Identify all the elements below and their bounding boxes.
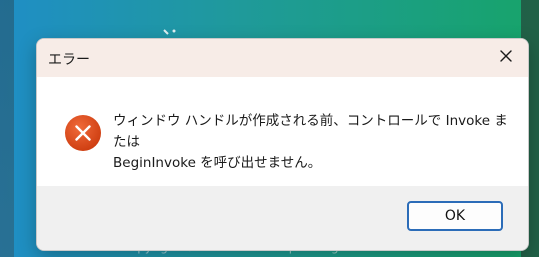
dialog-button-bar: OK [37,186,528,250]
close-button[interactable] [493,43,519,69]
dialog-content: ウィンドウ ハンドルが作成される前、コントロールで Invoke または Beg… [37,77,528,186]
dialog-titlebar: エラー [37,39,528,77]
logo-fragment-icon [163,29,176,35]
error-icon [64,114,102,152]
error-message-line-1: ウィンドウ ハンドルが作成される前、コントロールで Invoke または [113,113,508,150]
error-message-line-2: BeginInvoke を呼び出せません。 [113,155,322,171]
dialog-title: エラー [48,52,90,68]
close-icon [500,50,512,62]
background-left-edge [0,0,14,257]
error-dialog: エラー ウィンドウ ハンドルが作成される前、コントロールで Invoke または [36,38,529,251]
error-message: ウィンドウ ハンドルが作成される前、コントロールで Invoke または Beg… [113,111,513,174]
background-logo-fragment [162,28,180,38]
ok-button[interactable]: OK [407,201,503,231]
